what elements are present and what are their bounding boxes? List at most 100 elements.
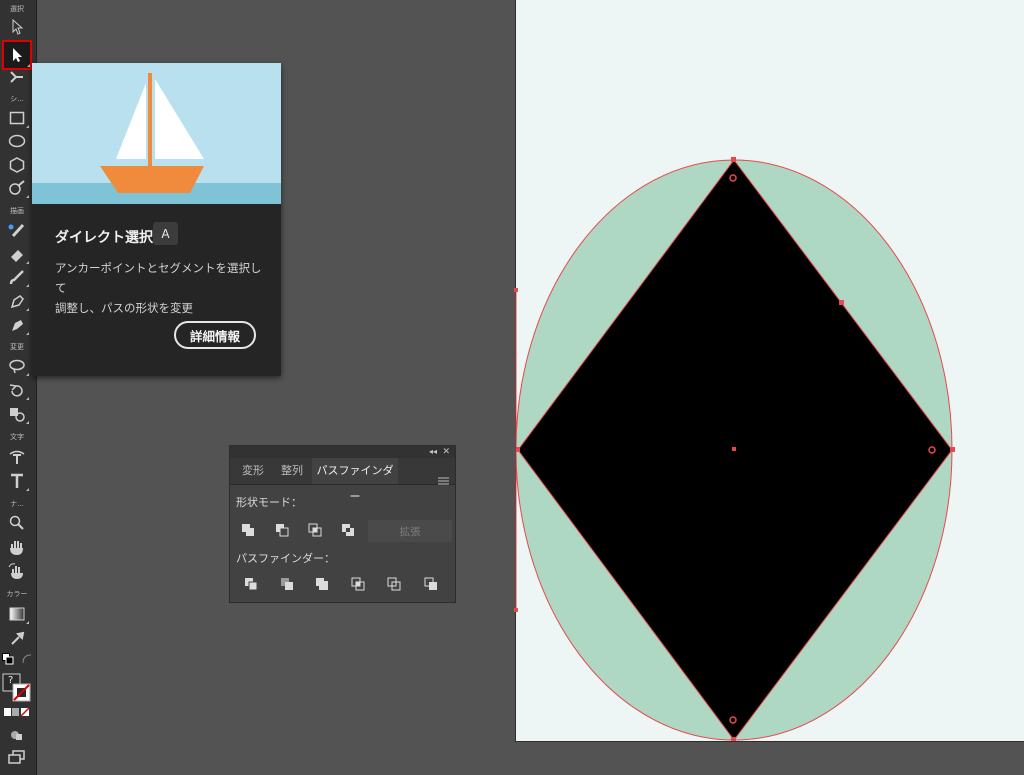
swap-colors-button[interactable] bbox=[20, 652, 34, 666]
rectangle-tool-icon bbox=[9, 111, 25, 125]
ellipse-tool-icon bbox=[8, 134, 26, 148]
gradient-tool[interactable] bbox=[5, 603, 29, 625]
tooltip-description: アンカーポイントとセグメントを選択して 調整し、パスの形状を変更 bbox=[55, 258, 265, 318]
draw-modes[interactable] bbox=[5, 724, 29, 746]
shortcut-badge: A bbox=[153, 222, 178, 245]
selection-bounding-handles[interactable] bbox=[510, 285, 520, 615]
default-colors-button[interactable] bbox=[1, 652, 15, 666]
unite-icon bbox=[242, 524, 254, 536]
toolbar-label-modify: 変更 bbox=[10, 343, 24, 351]
hand-tool-icon bbox=[10, 541, 23, 555]
collapse-icon[interactable]: ◂◂ bbox=[429, 446, 437, 458]
magic-wand-tool[interactable] bbox=[5, 66, 29, 88]
trim-icon bbox=[281, 578, 293, 590]
artwork[interactable] bbox=[516, 0, 1024, 741]
expand-button[interactable]: 拡張 bbox=[368, 520, 452, 542]
tool-flyout-indicator bbox=[26, 332, 29, 335]
tool-flyout-indicator bbox=[26, 308, 29, 311]
tool-tooltip: ダイレクト選択 A アンカーポイントとセグメントを選択して 調整し、パスの形状を… bbox=[32, 63, 281, 376]
tool-flyout-indicator bbox=[26, 488, 29, 491]
paintbrush-tool[interactable] bbox=[5, 266, 29, 288]
intersect-button[interactable] bbox=[306, 522, 324, 538]
outline-icon bbox=[387, 577, 401, 591]
hand-tool[interactable] bbox=[5, 536, 29, 558]
tool-flyout-indicator bbox=[26, 373, 29, 376]
divide-button[interactable] bbox=[242, 576, 260, 592]
lasso-tool[interactable] bbox=[5, 355, 29, 377]
tool-flyout-indicator bbox=[26, 195, 29, 198]
eyedropper-tool[interactable] bbox=[5, 627, 29, 649]
panel-titlebar[interactable]: ◂◂ ✕ bbox=[230, 446, 455, 458]
eraser-tool-icon bbox=[11, 250, 23, 262]
eraser-tool[interactable] bbox=[5, 243, 29, 265]
panel-tabs: 変形 整列 パスファインダー bbox=[230, 458, 455, 503]
pencil-tool-icon bbox=[8, 223, 25, 238]
tool-flyout-indicator bbox=[26, 421, 29, 424]
pathfinders-label: パスファインダー： bbox=[236, 552, 335, 565]
rectangle-tool[interactable] bbox=[5, 107, 29, 129]
minus-back-button[interactable] bbox=[422, 576, 440, 592]
type-tool-icon bbox=[11, 473, 23, 488]
curvature-tool[interactable] bbox=[5, 314, 29, 336]
shape-modes-label: 形状モード： bbox=[236, 496, 302, 509]
ellipse-tool[interactable] bbox=[5, 130, 29, 152]
type-tool[interactable] bbox=[5, 470, 29, 492]
paintbrush-tool-icon bbox=[9, 270, 24, 285]
exclude-icon bbox=[342, 524, 354, 536]
tab-align[interactable]: 整列 bbox=[274, 458, 310, 484]
tool-flyout-indicator bbox=[26, 284, 29, 287]
color-modes[interactable] bbox=[3, 706, 31, 718]
polygon-tool-icon bbox=[9, 157, 25, 173]
selection-tool[interactable] bbox=[5, 16, 29, 38]
intersect-icon bbox=[308, 523, 322, 537]
rotate-tool[interactable] bbox=[5, 379, 29, 401]
shaper-tool[interactable] bbox=[5, 177, 29, 199]
close-icon[interactable]: ✕ bbox=[442, 446, 450, 458]
rotate-view-icon bbox=[8, 563, 23, 579]
fill-stroke-icon bbox=[2, 673, 31, 702]
fill-unknown-label: ? bbox=[8, 675, 14, 686]
outline-button[interactable] bbox=[385, 576, 403, 592]
type-on-path-tool[interactable] bbox=[5, 446, 29, 468]
selection-tool-icon bbox=[12, 19, 24, 35]
minus-back-icon bbox=[424, 577, 437, 590]
type-on-path-icon bbox=[9, 450, 25, 464]
artboard[interactable] bbox=[516, 0, 1024, 741]
tab-transform[interactable]: 変形 bbox=[234, 458, 272, 484]
lasso-tool-icon bbox=[9, 359, 25, 374]
draw-modes-icon bbox=[11, 731, 22, 740]
magic-wand-icon bbox=[10, 71, 23, 83]
tab-pathfinder[interactable]: パスファインダー bbox=[312, 458, 398, 503]
merge-button[interactable] bbox=[313, 576, 331, 592]
toolbar-label-navigate: ナ... bbox=[10, 500, 24, 508]
scale-tool[interactable] bbox=[5, 403, 29, 425]
zoom-tool-icon bbox=[9, 515, 24, 530]
trim-button[interactable] bbox=[278, 576, 296, 592]
screen-mode[interactable] bbox=[5, 746, 29, 768]
pencil-tool[interactable] bbox=[5, 219, 29, 241]
exclude-button[interactable] bbox=[339, 522, 357, 538]
direct-selection-tool-icon bbox=[13, 48, 22, 62]
tool-flyout-indicator bbox=[26, 397, 29, 400]
minus-front-button[interactable] bbox=[273, 522, 291, 538]
unite-button[interactable] bbox=[239, 522, 257, 538]
toolbar-label-draw: 描画 bbox=[10, 207, 24, 215]
pen-tool[interactable] bbox=[5, 290, 29, 312]
polygon-tool[interactable] bbox=[5, 154, 29, 176]
shaper-tool-icon bbox=[9, 180, 25, 195]
crop-button[interactable] bbox=[349, 576, 367, 592]
curvature-tool-icon bbox=[12, 320, 23, 331]
tooltip-title: ダイレクト選択 bbox=[55, 230, 153, 246]
gradient-tool-icon bbox=[9, 607, 25, 621]
zoom-tool[interactable] bbox=[5, 512, 29, 534]
learn-more-button[interactable]: 詳細情報 bbox=[174, 321, 256, 349]
panel-menu-icon[interactable] bbox=[438, 477, 449, 485]
color-modes-icon bbox=[4, 707, 30, 717]
tooltip-description-line: アンカーポイントとセグメントを選択して bbox=[55, 261, 262, 295]
tooltip-description-line: 調整し、パスの形状を変更 bbox=[55, 301, 193, 315]
swap-colors-icon bbox=[22, 654, 32, 664]
rotate-view-tool[interactable] bbox=[5, 560, 29, 582]
fill-stroke-control[interactable]: ? bbox=[2, 673, 32, 703]
default-colors-icon bbox=[2, 653, 14, 665]
screen-mode-icon bbox=[8, 750, 25, 764]
